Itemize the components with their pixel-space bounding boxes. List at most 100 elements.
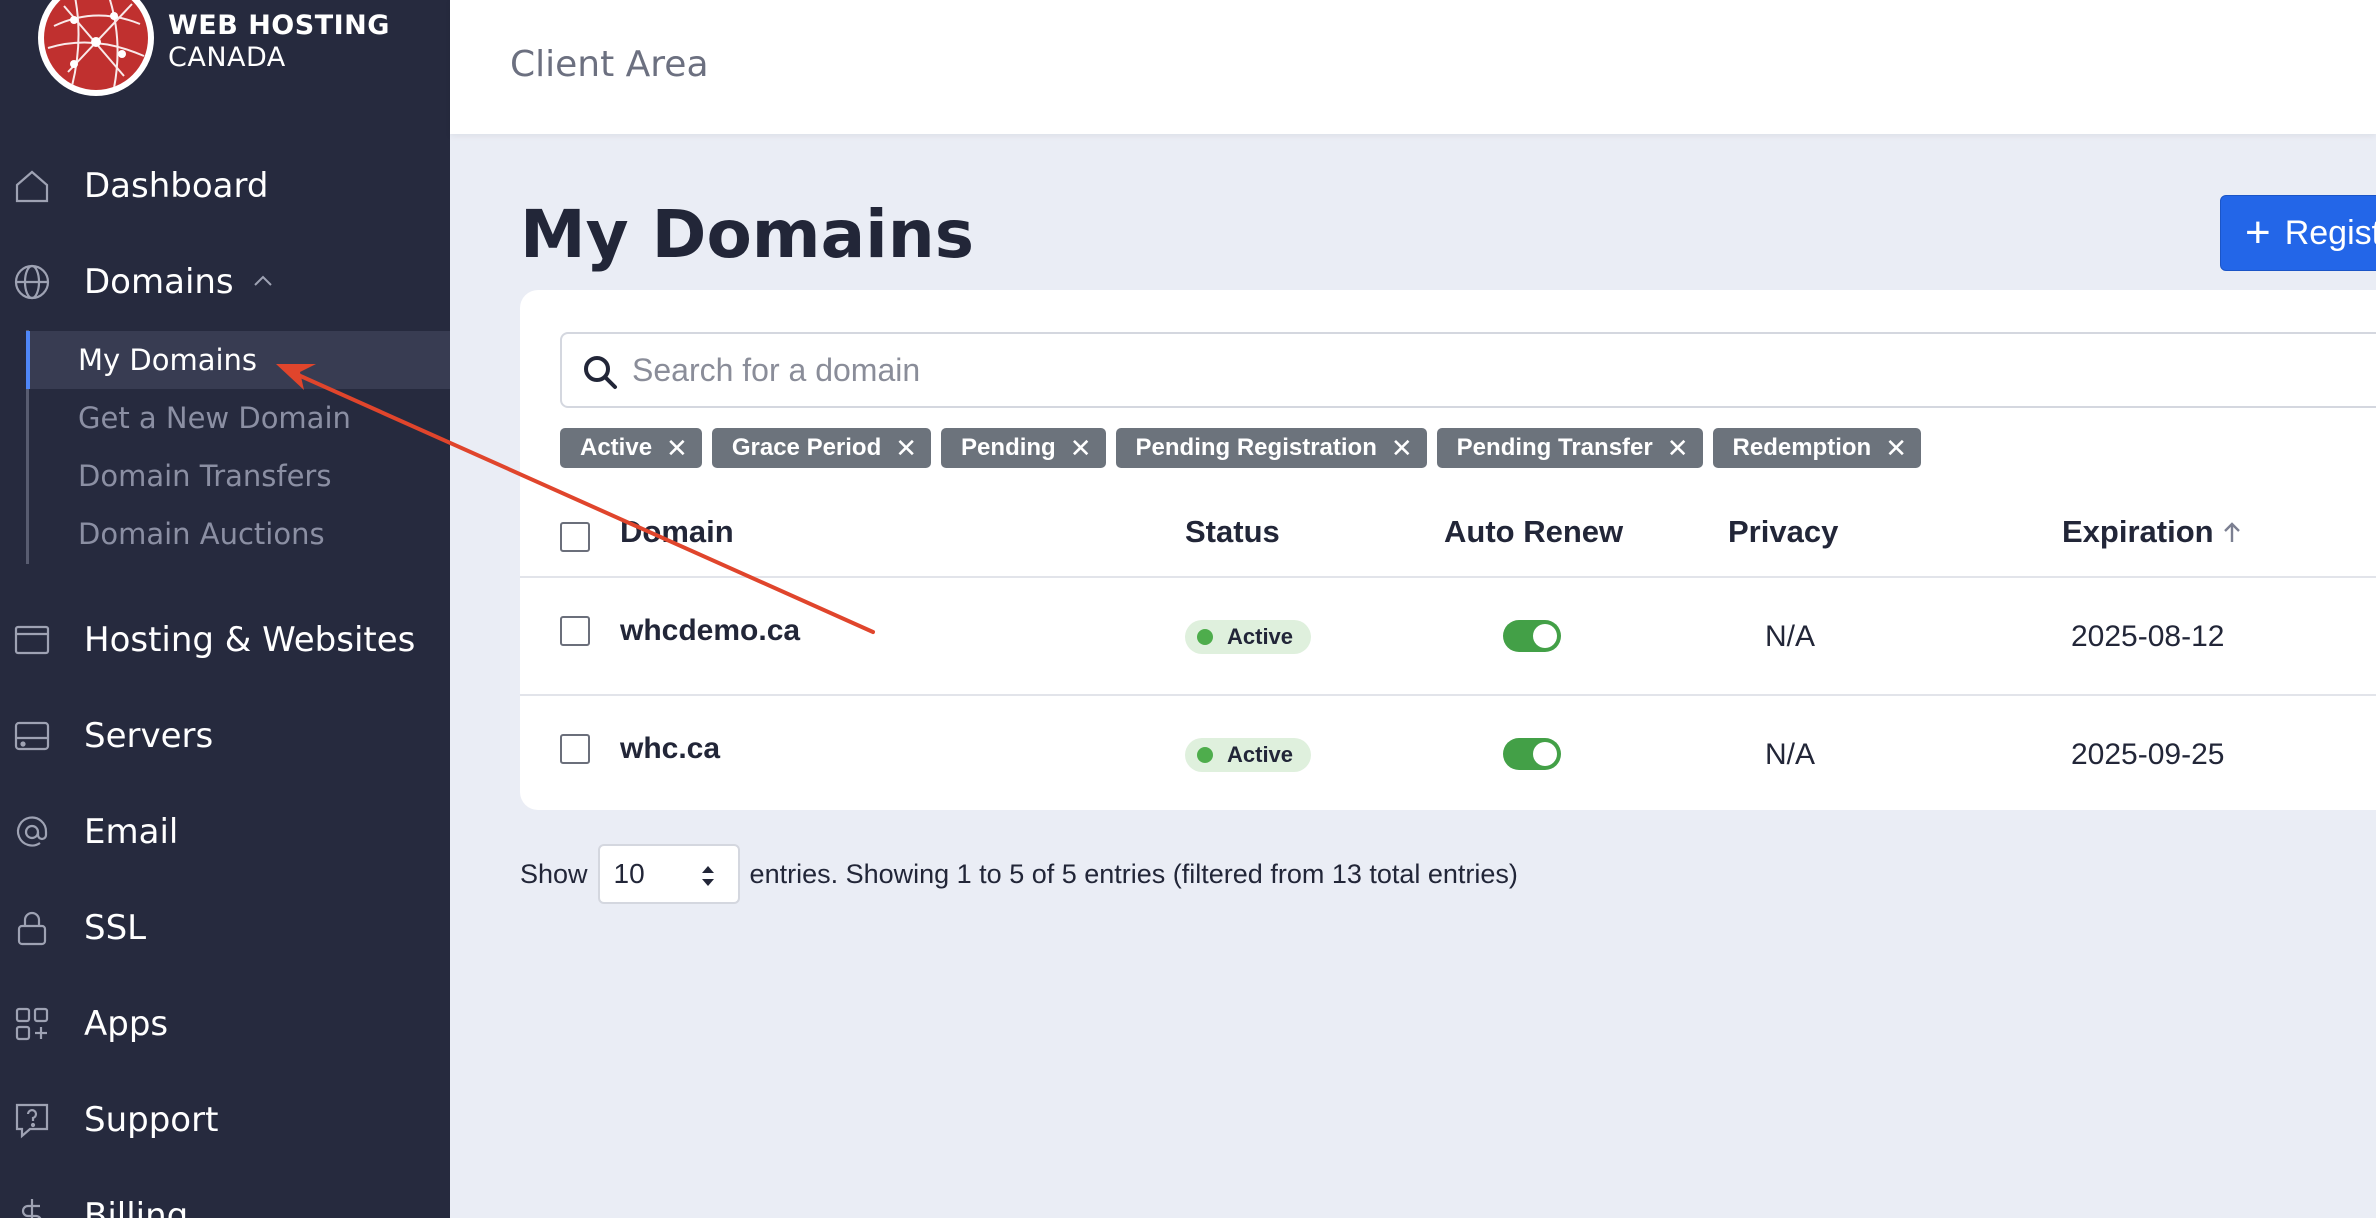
expiration-date: 2025-08-12: [2071, 620, 2225, 653]
domains-card: Active ✕ Grace Period ✕ Pending ✕ Pending R…: [520, 290, 2376, 810]
sidebar-item-dashboard[interactable]: Dashboard: [0, 156, 450, 216]
close-icon[interactable]: ✕: [895, 433, 917, 464]
page-title: My Domains: [520, 196, 975, 273]
apps-grid-icon: [15, 1007, 49, 1041]
search-box[interactable]: [560, 332, 2376, 408]
browser-window-icon: [14, 625, 50, 655]
sidebar-item-label: SSL: [84, 908, 147, 948]
filter-chip-pending-registration[interactable]: Pending Registration ✕: [1115, 428, 1427, 468]
domain-name[interactable]: whcdemo.ca: [620, 614, 800, 648]
filter-chip-active[interactable]: Active ✕: [560, 428, 702, 468]
plus-icon: +: [2245, 208, 2271, 257]
status-dot-icon: [1197, 629, 1213, 645]
home-icon: [15, 170, 49, 203]
at-sign-icon: [16, 816, 48, 847]
column-header-domain[interactable]: Domain: [620, 514, 734, 550]
column-header-label: Expiration: [2062, 514, 2214, 549]
lock-icon: [17, 911, 47, 946]
table-pagination-info: Show 10 entries. Showing 1 to 5 of 5 ent…: [520, 844, 1518, 904]
sidebar-item-servers[interactable]: Servers: [0, 706, 450, 766]
sidebar-item-label: Servers: [84, 716, 214, 756]
column-header-auto-renew[interactable]: Auto Renew: [1444, 514, 1623, 550]
status-badge: Active: [1185, 738, 1311, 772]
filter-chip-label: Redemption: [1732, 434, 1872, 461]
column-header-status[interactable]: Status: [1185, 514, 1280, 550]
auto-renew-toggle[interactable]: [1503, 620, 1561, 652]
filter-chip-label: Pending: [961, 434, 1056, 461]
search-icon: [584, 356, 617, 389]
brand-line-2: CANADA: [168, 42, 286, 73]
header-title: Client Area: [510, 44, 709, 85]
sidebar-item-apps[interactable]: Apps: [0, 994, 450, 1054]
filter-chip-grace-period[interactable]: Grace Period ✕: [711, 428, 932, 468]
sidebar-item-billing[interactable]: Billing: [0, 1186, 450, 1218]
sidebar-subitem-domain-transfers[interactable]: Domain Transfers: [26, 447, 450, 505]
chevron-up-icon: [254, 275, 272, 286]
sidebar-item-label: Hosting & Websites: [84, 620, 416, 660]
sidebar-item-support[interactable]: Support: [0, 1090, 450, 1150]
sidebar-item-label: Apps: [84, 1004, 169, 1044]
brand-line-1: WEB HOSTING: [168, 10, 390, 41]
select-all-checkbox[interactable]: [560, 522, 590, 552]
search-input[interactable]: [632, 344, 1832, 396]
filter-chip-label: Pending Registration: [1135, 434, 1377, 461]
close-icon[interactable]: ✕: [1070, 433, 1092, 464]
show-label: Show: [520, 858, 588, 889]
globe-logo-icon: [44, 0, 148, 90]
toggle-knob: [1533, 742, 1557, 766]
brand-logo[interactable]: [38, 0, 154, 96]
sidebar-item-hosting[interactable]: Hosting & Websites: [0, 610, 450, 670]
sidebar-item-label: Email: [84, 812, 179, 852]
status-label: Active: [1227, 742, 1294, 767]
select-arrows-icon: [701, 866, 714, 886]
privacy-value: N/A: [1765, 738, 1816, 771]
sidebar-subitem-label: Get a New Domain: [78, 401, 351, 435]
sidebar-subitem-label: Domain Transfers: [78, 459, 332, 493]
register-domain-button[interactable]: + Regist: [2220, 195, 2376, 271]
sidebar-subitem-label: My Domains: [78, 343, 258, 377]
status-badge: Active: [1185, 620, 1311, 654]
sidebar-item-label: Domains: [84, 262, 234, 302]
sidebar-item-ssl[interactable]: SSL: [0, 898, 450, 958]
filter-chip-label: Grace Period: [731, 434, 882, 461]
close-icon[interactable]: ✕: [1391, 433, 1413, 464]
domain-name[interactable]: whc.ca: [620, 732, 720, 766]
status-label: Active: [1227, 624, 1294, 649]
entries-per-page-select[interactable]: 10: [597, 844, 740, 904]
close-icon[interactable]: ✕: [1885, 433, 1907, 464]
entries-select-value: 10: [613, 858, 645, 889]
sidebar-item-email[interactable]: Email: [0, 802, 450, 862]
entries-summary: entries. Showing 1 to 5 of 5 entries (fi…: [749, 858, 1518, 889]
close-icon[interactable]: ✕: [666, 433, 688, 464]
sidebar: WEB HOSTING CANADA Dashboard Domains My …: [0, 0, 450, 1218]
brand-name: WEB HOSTING CANADA: [168, 10, 390, 74]
expiration-date: 2025-09-25: [2071, 738, 2225, 771]
filter-chip-label: Pending Transfer: [1456, 434, 1653, 461]
filter-chip-redemption[interactable]: Redemption ✕: [1712, 428, 1921, 468]
column-header-expiration[interactable]: Expiration: [2062, 514, 2242, 550]
close-icon[interactable]: ✕: [1667, 433, 1689, 464]
sidebar-item-domains[interactable]: Domains: [0, 252, 450, 312]
filter-chip-label: Active: [580, 434, 653, 461]
sidebar-subitem-label: Domain Auctions: [78, 517, 325, 551]
column-header-privacy[interactable]: Privacy: [1728, 514, 1838, 550]
sidebar-subitem-domain-auctions[interactable]: Domain Auctions: [26, 505, 450, 563]
globe-icon: [14, 264, 50, 300]
sort-ascending-icon: [2224, 522, 2241, 542]
status-filter-chips: Active ✕ Grace Period ✕ Pending ✕ Pending R…: [560, 428, 1921, 468]
filter-chip-pending[interactable]: Pending ✕: [941, 428, 1106, 468]
sidebar-item-label: Billing: [84, 1196, 189, 1218]
privacy-value: N/A: [1765, 620, 1816, 653]
dollar-icon: [21, 1199, 42, 1218]
auto-renew-toggle[interactable]: [1503, 738, 1561, 770]
top-header: Client Area: [450, 0, 2376, 134]
help-chat-icon: [15, 1103, 49, 1139]
sidebar-subitem-get-new-domain[interactable]: Get a New Domain: [26, 389, 450, 447]
sidebar-subitem-my-domains[interactable]: My Domains: [26, 331, 450, 389]
toggle-knob: [1533, 624, 1557, 648]
server-icon: [14, 721, 50, 751]
sidebar-item-label: Dashboard: [84, 166, 269, 206]
row-checkbox[interactable]: [560, 734, 590, 764]
filter-chip-pending-transfer[interactable]: Pending Transfer ✕: [1436, 428, 1703, 468]
row-checkbox[interactable]: [560, 616, 590, 646]
